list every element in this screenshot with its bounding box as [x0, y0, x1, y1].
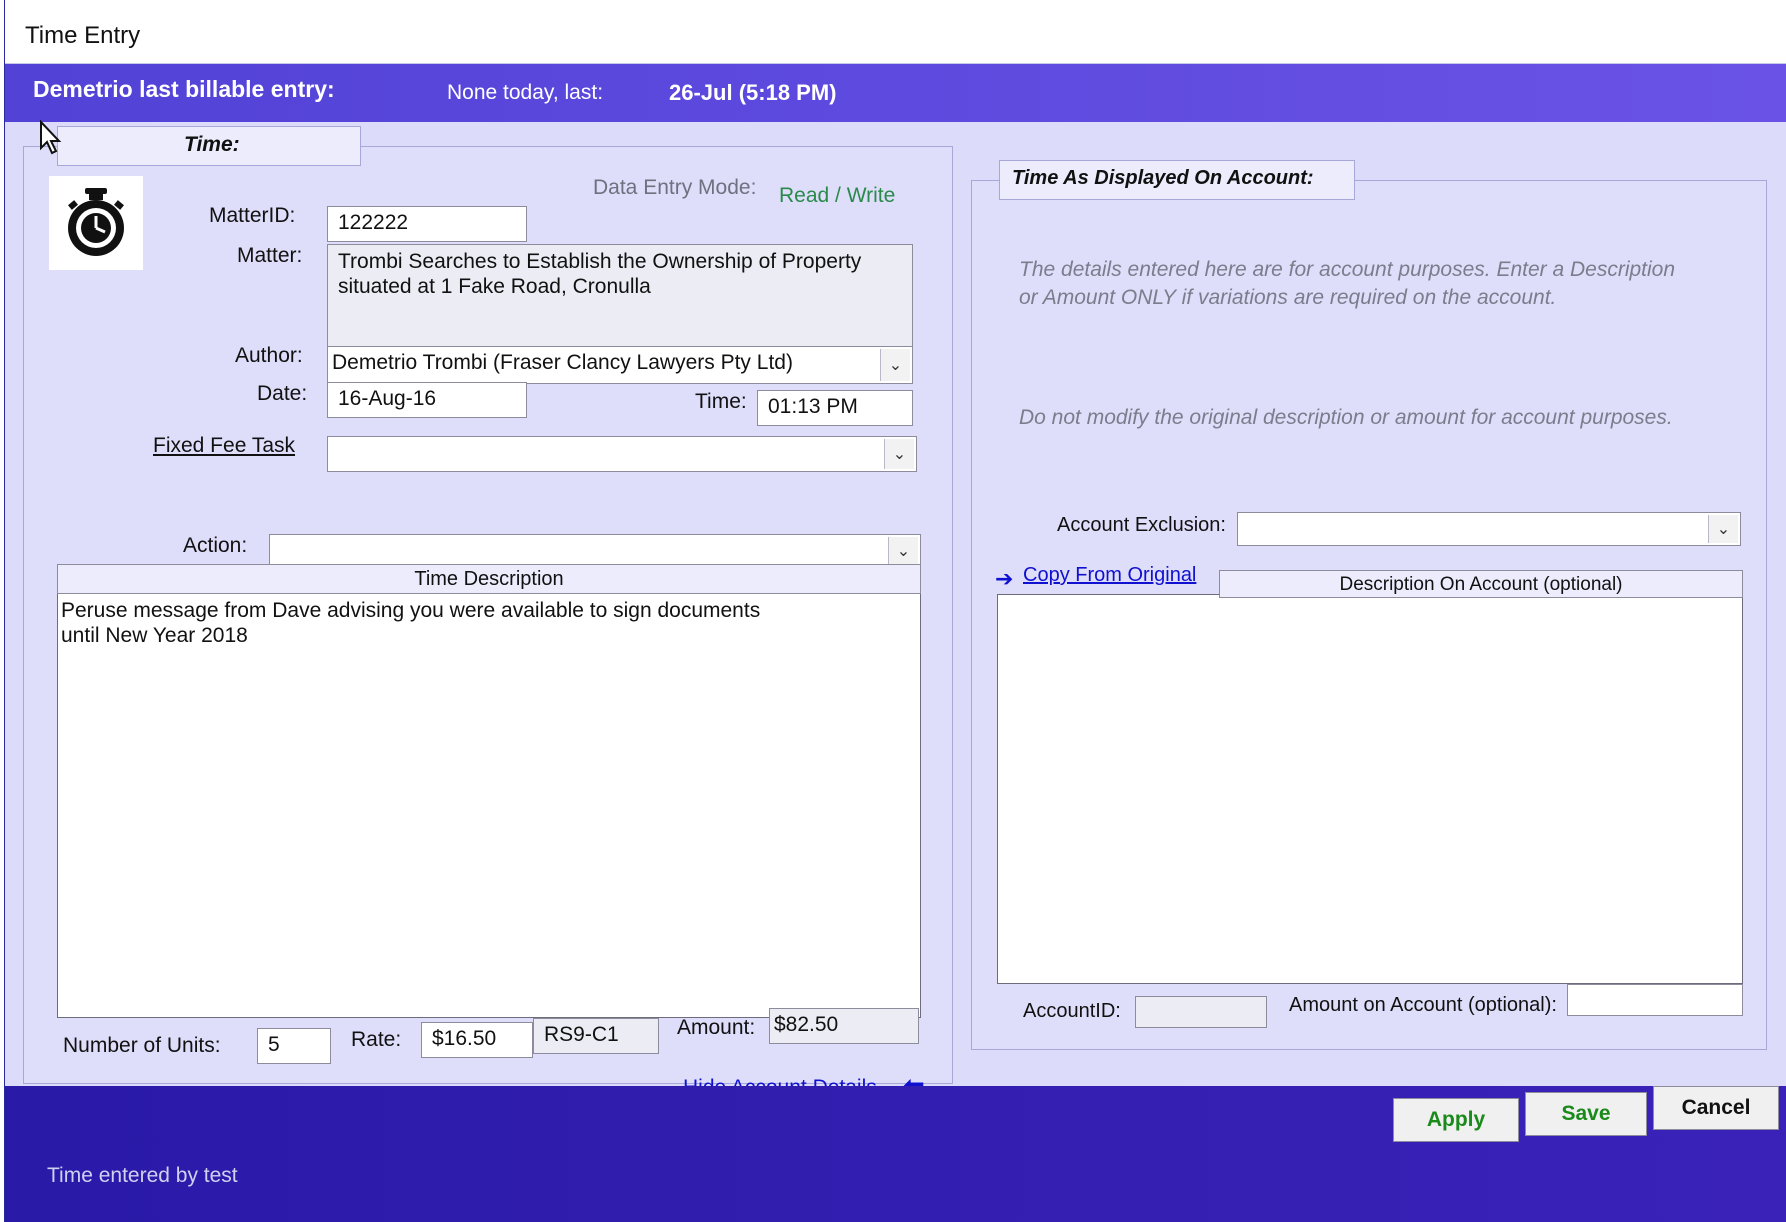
account-description-area[interactable] [997, 594, 1743, 984]
data-entry-mode-label: Data Entry Mode: [593, 176, 757, 199]
last-entry-banner: Demetrio last billable entry: None today… [5, 64, 1786, 122]
amount-label: Amount: [677, 1016, 756, 1039]
amount-on-account-label: Amount on Account (optional): [1289, 994, 1557, 1016]
amount-field: $82.50 [769, 1008, 919, 1044]
time-frame-title: Time: [57, 126, 361, 166]
date-label: Date: [257, 382, 308, 405]
author-label: Author: [235, 344, 303, 367]
time-label: Time: [695, 390, 747, 413]
account-description-header: Description On Account (optional) [1219, 570, 1743, 598]
rate-label: Rate: [351, 1028, 402, 1051]
cancel-button[interactable]: Cancel [1653, 1086, 1779, 1130]
account-id-field [1135, 996, 1267, 1028]
fixed-fee-task-select[interactable]: ⌄ [327, 436, 917, 472]
banner-last-date: 26-Jul (5:18 PM) [669, 80, 837, 105]
dropdown-arrow-icon[interactable]: ⌄ [880, 349, 910, 381]
rate-code-field: RS9-C1 [533, 1018, 659, 1054]
account-exclusion-select[interactable]: ⌄ [1237, 512, 1741, 546]
account-hint-1: The details entered here are for account… [1019, 258, 1676, 309]
units-field[interactable]: 5 [257, 1028, 331, 1064]
arrow-right-icon: ➔ [995, 566, 1014, 591]
dropdown-arrow-icon[interactable]: ⌄ [884, 439, 914, 469]
matter-id-field[interactable]: 122222 [327, 206, 527, 242]
action-label: Action: [183, 534, 248, 557]
author-value: Demetrio Trombi (Fraser Clancy Lawyers P… [332, 351, 793, 374]
time-entered-by: Time entered by test [47, 1164, 238, 1187]
account-frame-title: Time As Displayed On Account: [999, 160, 1355, 200]
rate-field[interactable]: $16.50 [421, 1022, 533, 1058]
banner-label: Demetrio last billable entry: [33, 76, 335, 102]
time-field[interactable]: 01:13 PM [757, 390, 913, 426]
time-description-header: Time Description [57, 564, 921, 594]
dropdown-arrow-icon[interactable]: ⌄ [1708, 515, 1738, 543]
dropdown-arrow-icon[interactable]: ⌄ [888, 537, 918, 565]
save-button[interactable]: Save [1525, 1092, 1647, 1136]
data-entry-mode-value: Read / Write [779, 184, 896, 207]
stopwatch-icon [49, 176, 143, 270]
date-field[interactable]: 16-Aug-16 [327, 382, 527, 418]
matter-description: Trombi Searches to Establish the Ownersh… [327, 244, 913, 350]
action-select[interactable]: ⌄ [269, 534, 921, 568]
title-bar: Time Entry [5, 0, 1786, 64]
banner-none-today: None today, last: [447, 81, 604, 104]
window-title: Time Entry [25, 22, 141, 49]
units-label: Number of Units: [63, 1034, 221, 1057]
account-exclusion-label: Account Exclusion: [1057, 514, 1226, 536]
copy-from-original-link[interactable]: Copy From Original [1023, 564, 1196, 587]
account-hint-2: Do not modify the original description o… [1019, 406, 1673, 429]
author-select[interactable]: Demetrio Trombi (Fraser Clancy Lawyers P… [327, 346, 913, 384]
fixed-fee-task-link[interactable]: Fixed Fee Task [153, 434, 295, 458]
time-description-text[interactable]: Peruse message from Dave advising you we… [61, 598, 911, 648]
account-id-label: AccountID: [1023, 1000, 1121, 1022]
time-entry-window: Time Entry Demetrio last billable entry:… [4, 0, 1786, 1222]
apply-button[interactable]: Apply [1393, 1098, 1519, 1142]
amount-on-account-field[interactable] [1567, 984, 1743, 1016]
matter-label: Matter: [237, 244, 303, 267]
matter-id-label: MatterID: [209, 204, 296, 227]
mouse-cursor-icon [39, 119, 65, 161]
